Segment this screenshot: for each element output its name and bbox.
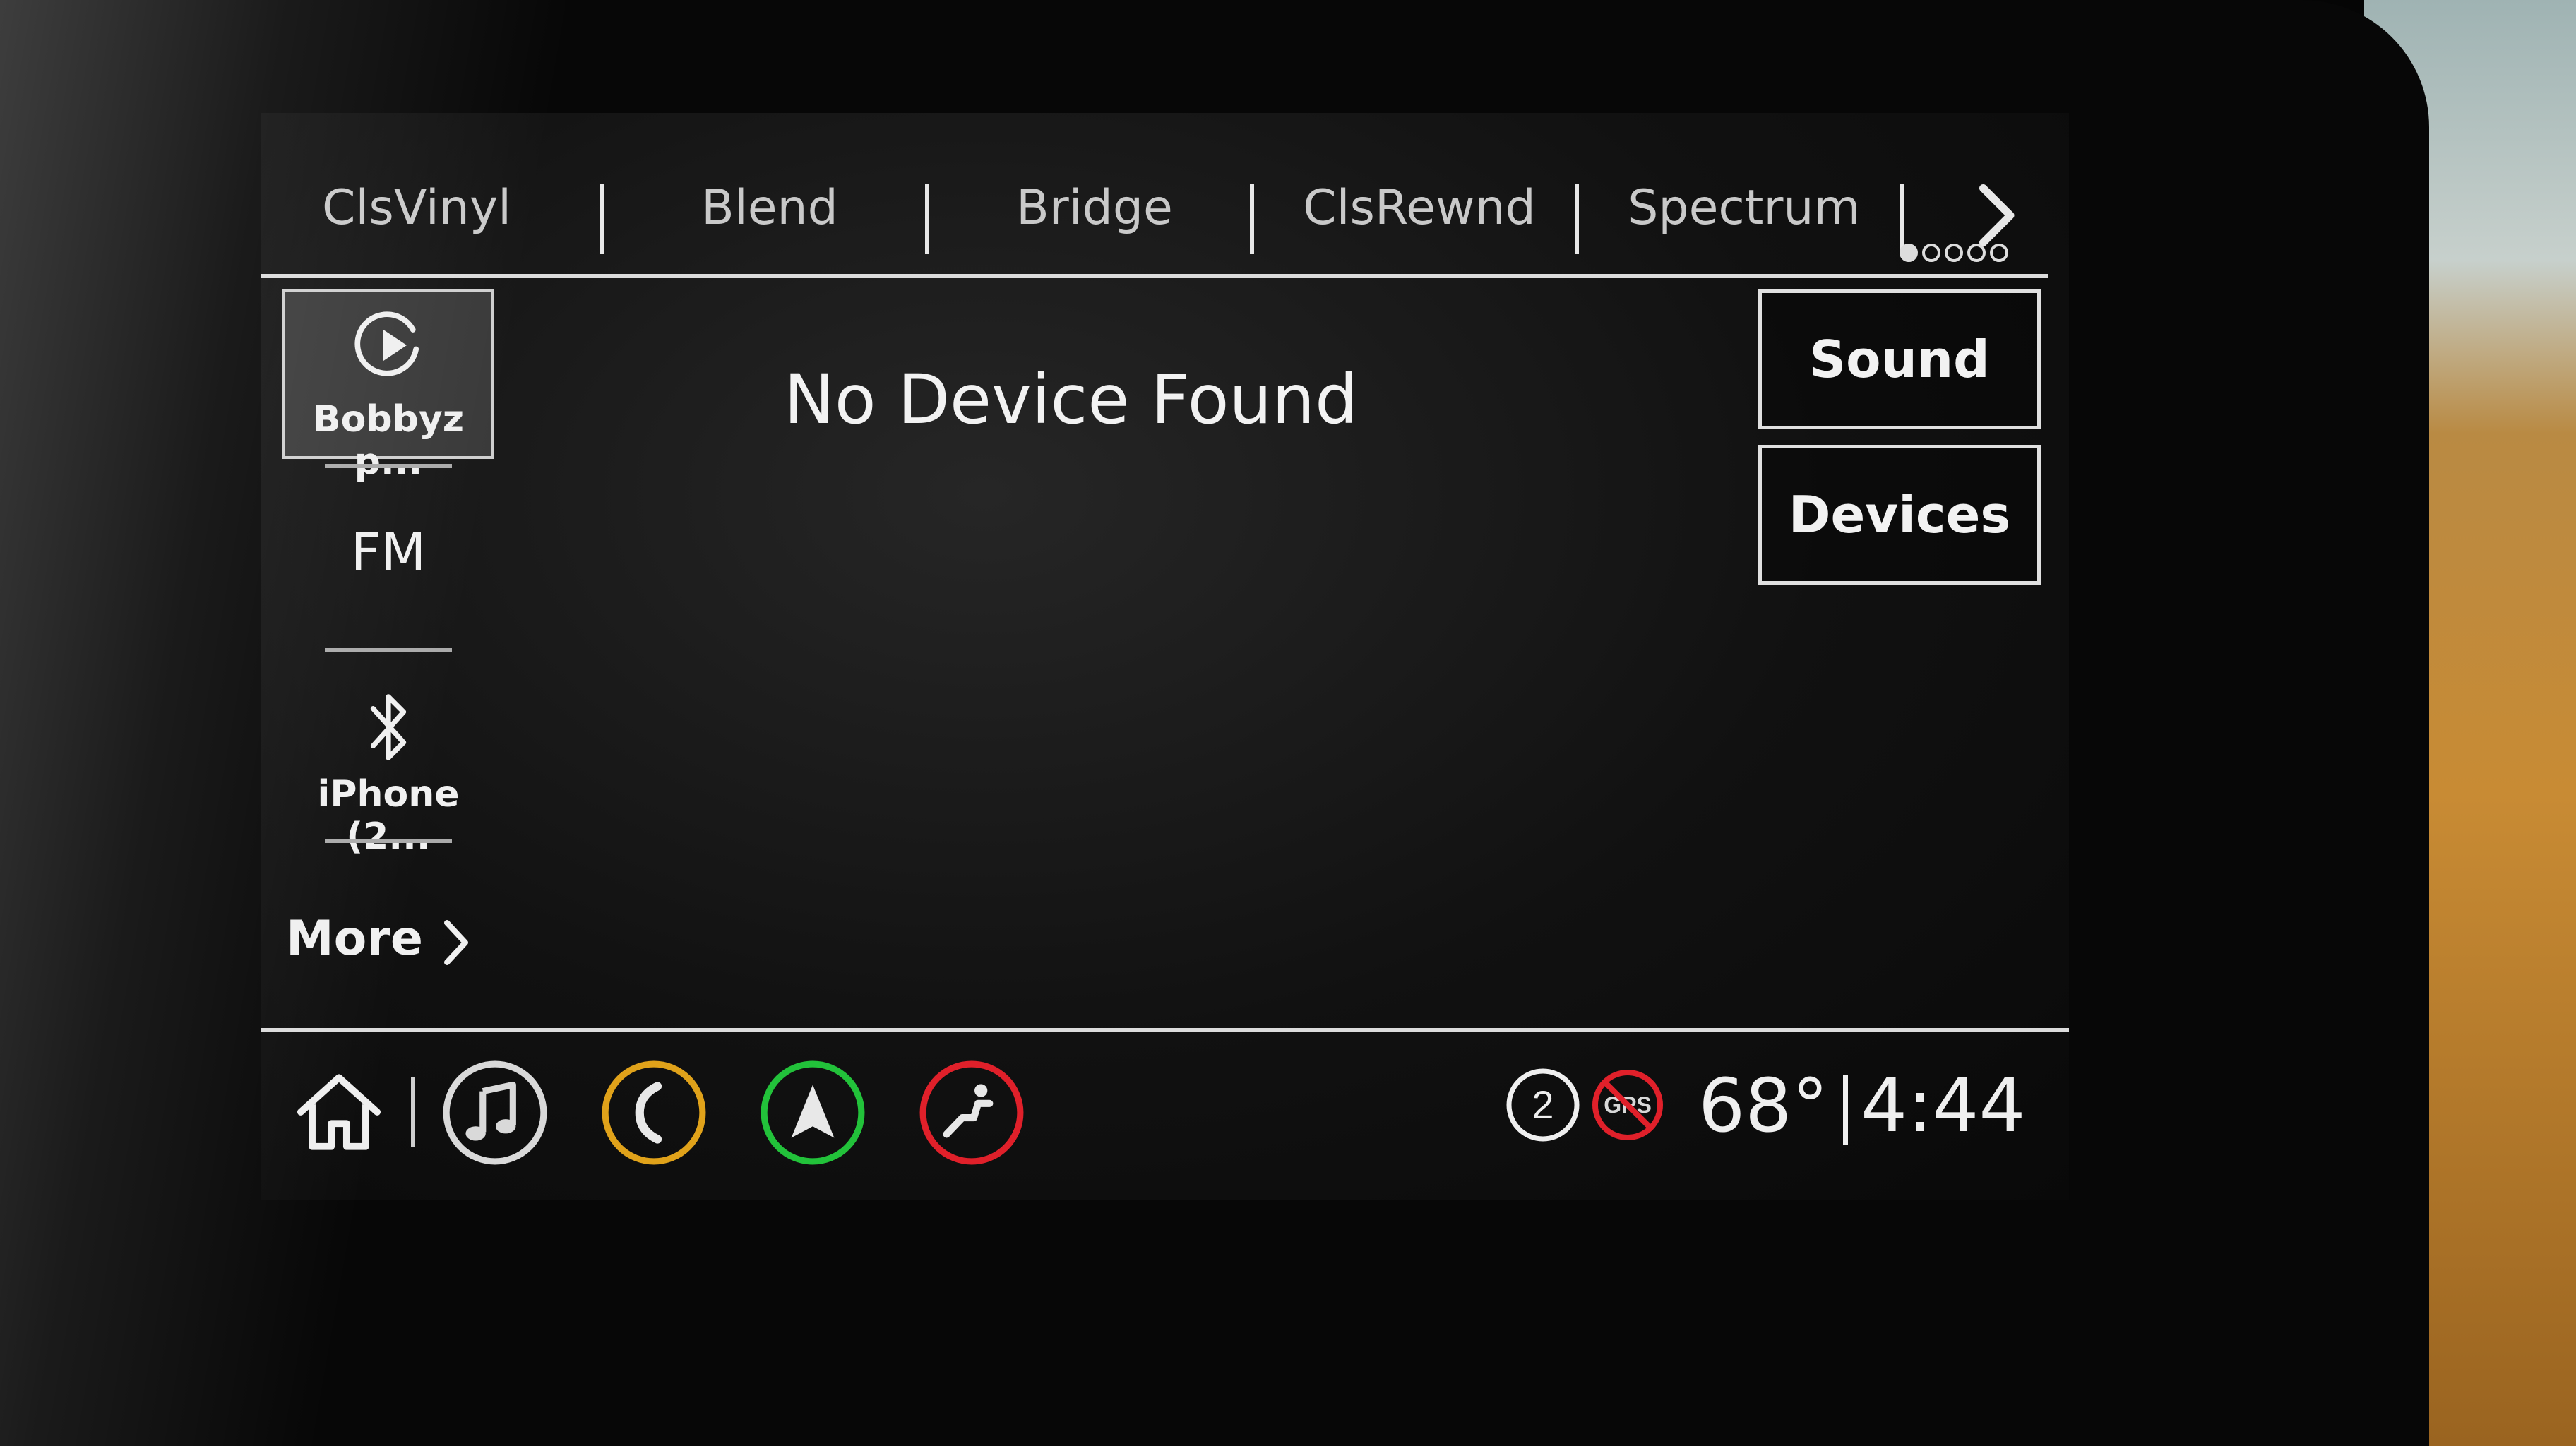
preset-5[interactable]: Spectrum bbox=[1589, 169, 1900, 247]
notification-count: 2 bbox=[1532, 1082, 1554, 1127]
clock: 4:44 bbox=[1861, 1063, 2026, 1149]
home-icon[interactable] bbox=[293, 1070, 385, 1154]
sound-button[interactable]: Sound bbox=[1758, 289, 2041, 429]
source-usb-active[interactable]: Bobbyz p... bbox=[282, 289, 494, 483]
bluetooth-icon[interactable] bbox=[360, 685, 417, 770]
page-dot bbox=[1990, 244, 2008, 262]
preset-1[interactable]: ClsVinyl bbox=[261, 169, 572, 247]
audio-music-icon[interactable] bbox=[441, 1059, 549, 1166]
source-fm[interactable]: FM bbox=[282, 522, 494, 583]
page-dot bbox=[1945, 244, 1963, 262]
preset-bar: ClsVinyl Blend Bridge ClsRewnd Spectrum bbox=[261, 141, 2041, 275]
navigation-arrow-icon[interactable] bbox=[759, 1059, 866, 1166]
status-separator bbox=[1843, 1075, 1848, 1145]
page-dot bbox=[1967, 244, 1986, 262]
play-circle-icon bbox=[354, 311, 419, 376]
page-dot bbox=[1922, 244, 1940, 262]
chevron-right-icon[interactable] bbox=[1956, 177, 2034, 254]
footer-separator bbox=[411, 1077, 415, 1147]
gps-unavailable-icon: GPS bbox=[1592, 1070, 1663, 1140]
page-dot-active bbox=[1900, 244, 1918, 262]
devices-button[interactable]: Devices bbox=[1758, 445, 2041, 585]
footer-divider bbox=[261, 1028, 2069, 1032]
source-divider bbox=[325, 648, 452, 652]
header-divider bbox=[261, 274, 2048, 278]
source-divider bbox=[325, 839, 452, 843]
phone-icon[interactable] bbox=[600, 1059, 708, 1166]
source-divider bbox=[325, 464, 452, 468]
preset-divider bbox=[1575, 184, 1579, 254]
outside-temperature: 68° bbox=[1698, 1063, 1829, 1149]
preset-3[interactable]: Bridge bbox=[939, 169, 1250, 247]
preset-4[interactable]: ClsRewnd bbox=[1264, 169, 1575, 247]
preset-divider bbox=[1250, 184, 1254, 254]
seat-settings-icon[interactable] bbox=[918, 1059, 1025, 1166]
chevron-right-icon bbox=[444, 920, 468, 965]
preset-divider bbox=[600, 184, 604, 254]
infotainment-screen: ClsVinyl Blend Bridge ClsRewnd Spectrum … bbox=[261, 113, 2069, 1200]
preset-2[interactable]: Blend bbox=[614, 169, 925, 247]
more-sources-button[interactable]: More bbox=[286, 911, 423, 967]
source-bluetooth-label[interactable]: iPhone (2... bbox=[275, 773, 501, 858]
preset-divider bbox=[925, 184, 929, 254]
status-message: No Device Found bbox=[784, 360, 1359, 439]
preset-page-indicator bbox=[1900, 244, 2055, 269]
notification-count-icon[interactable]: 2 bbox=[1504, 1066, 1582, 1144]
source-active-label: Bobbyz p... bbox=[313, 398, 464, 483]
